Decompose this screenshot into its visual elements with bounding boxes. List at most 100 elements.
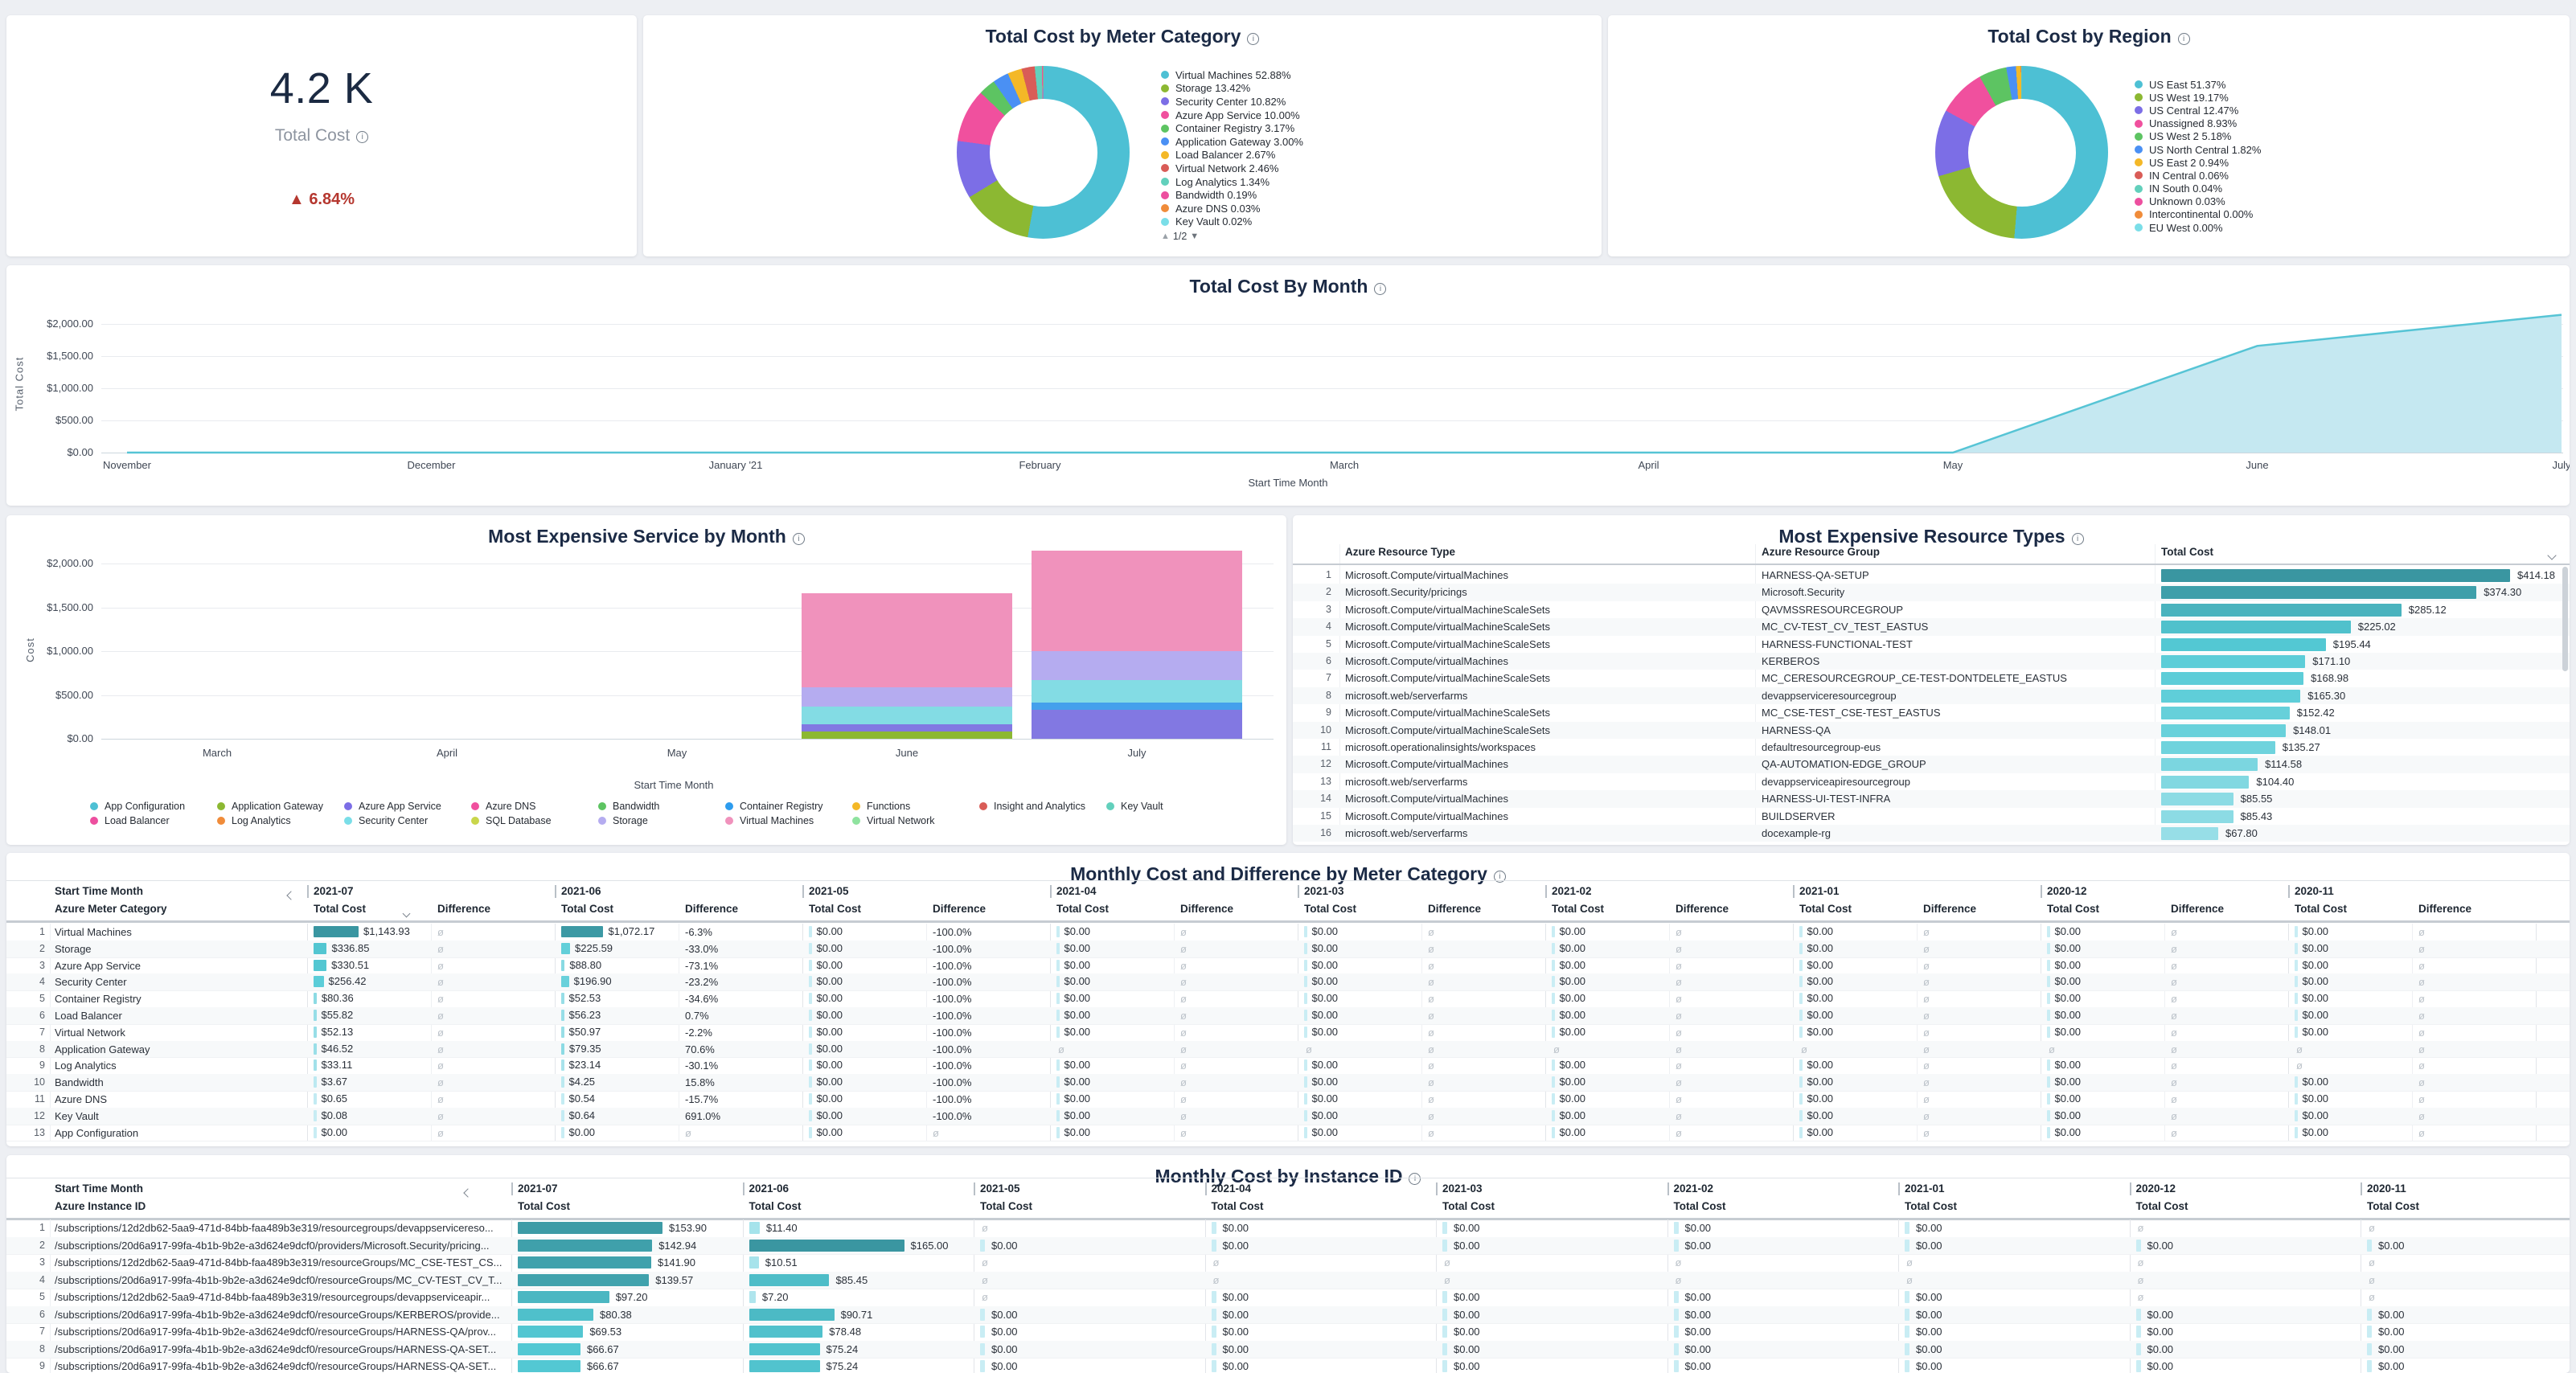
legend-item[interactable]: Functions (852, 800, 979, 812)
stack-segment[interactable] (802, 724, 1012, 732)
legend-item[interactable]: SQL Database (471, 814, 598, 826)
legend-item[interactable]: Security Center (344, 814, 471, 826)
service-stack-chart[interactable]: $0.00$500.00$1,000.00$1,500.00$2,000.00M… (6, 515, 1286, 845)
stack-segment[interactable] (802, 707, 1012, 723)
column-header[interactable]: Total Cost (518, 1200, 570, 1212)
column-header[interactable]: Azure Resource Group (1762, 546, 1880, 558)
legend-item[interactable]: IN Central 0.06% (2135, 169, 2261, 182)
total-cost-by-month-chart[interactable]: $0.00$500.00$1,000.00$1,500.00$2,000.00N… (6, 265, 2570, 506)
legend-item[interactable]: Virtual Network 2.46% (1161, 162, 1303, 175)
month-header[interactable]: 2020-12 (2047, 885, 2087, 897)
legend-item[interactable]: Bandwidth 0.19% (1161, 188, 1303, 202)
column-header[interactable]: Total Cost (1905, 1200, 1957, 1212)
legend-item[interactable]: US Central 12.47% (2135, 104, 2261, 117)
page-left-chevron[interactable] (465, 1186, 471, 1200)
column-header[interactable]: Total Cost (2367, 1200, 2419, 1212)
stack-segment[interactable] (1032, 710, 1242, 739)
month-header[interactable]: 2021-01 (1905, 1182, 1945, 1195)
column-header[interactable]: Difference (1676, 903, 1729, 915)
legend-item[interactable]: Insight and Analytics (979, 800, 1106, 812)
legend-item[interactable]: Bandwidth (598, 800, 725, 812)
month-header[interactable]: 2021-03 (1442, 1182, 1483, 1195)
column-header[interactable]: Total Cost (1552, 903, 1604, 915)
legend-item[interactable]: Unknown 0.03% (2135, 195, 2261, 208)
legend-item[interactable]: US East 51.37% (2135, 78, 2261, 91)
month-header[interactable]: 2021-03 (1304, 885, 1344, 897)
region-donut[interactable] (1935, 66, 2108, 239)
column-header[interactable]: Total Cost (980, 1200, 1032, 1212)
legend-pager[interactable]: ▲ 1/2 ▼ (1161, 231, 1199, 242)
stack-segment[interactable] (1032, 680, 1242, 703)
legend-item[interactable]: Azure DNS (471, 800, 598, 812)
column-header[interactable]: Total Cost (314, 903, 366, 915)
month-header[interactable]: 2020-11 (2295, 885, 2334, 897)
legend-item[interactable]: US West 19.17% (2135, 91, 2261, 104)
column-header[interactable]: Total Cost (749, 1200, 802, 1212)
column-header[interactable]: Azure Resource Type (1345, 546, 1455, 558)
legend-item[interactable]: Virtual Network (852, 814, 979, 826)
legend-item[interactable]: Intercontinental 0.00% (2135, 208, 2261, 221)
info-icon[interactable]: i (1247, 33, 1259, 45)
column-header[interactable]: Difference (685, 903, 738, 915)
column-header[interactable]: Difference (1180, 903, 1233, 915)
column-header[interactable]: Total Cost (2161, 546, 2213, 558)
legend-item[interactable]: Load Balancer (90, 814, 217, 826)
month-header[interactable]: 2021-06 (749, 1182, 790, 1195)
column-header[interactable]: Total Cost (2295, 903, 2347, 915)
column-header[interactable]: Total Cost (1056, 903, 1109, 915)
stack-segment[interactable] (802, 593, 1012, 687)
column-header[interactable]: Difference (2418, 903, 2471, 915)
page-left-chevron[interactable] (288, 888, 294, 903)
column-header[interactable]: Difference (933, 903, 986, 915)
legend-item[interactable]: IN South 0.04% (2135, 182, 2261, 195)
meter-category-donut[interactable] (957, 66, 1130, 239)
legend-item[interactable]: Virtual Machines (725, 814, 852, 826)
legend-item[interactable]: Application Gateway (217, 800, 344, 812)
legend-item[interactable]: US North Central 1.82% (2135, 143, 2261, 156)
legend-item[interactable]: Load Balancer 2.67% (1161, 149, 1303, 162)
month-header[interactable]: 2021-07 (518, 1182, 558, 1195)
month-header[interactable]: 2021-06 (561, 885, 601, 897)
month-header[interactable]: 2021-01 (1799, 885, 1840, 897)
page-down-icon[interactable]: ▼ (1190, 232, 1199, 241)
legend-item[interactable]: Storage 13.42% (1161, 82, 1303, 96)
stack-segment[interactable] (1032, 651, 1242, 681)
legend-item[interactable]: Key Vault (1106, 800, 1233, 812)
column-header[interactable]: Total Cost (809, 903, 861, 915)
legend-item[interactable]: Azure App Service 10.00% (1161, 109, 1303, 122)
column-header[interactable]: Difference (437, 903, 490, 915)
legend-item[interactable]: Key Vault 0.02% (1161, 215, 1303, 229)
column-header[interactable]: Difference (1923, 903, 1976, 915)
month-header[interactable]: 2021-05 (809, 885, 849, 897)
legend-item[interactable]: Container Registry 3.17% (1161, 121, 1303, 135)
stack-segment[interactable] (802, 732, 1012, 739)
legend-item[interactable]: Storage (598, 814, 725, 826)
legend-item[interactable]: Azure App Service (344, 800, 471, 812)
column-header[interactable]: Total Cost (1674, 1200, 1726, 1212)
column-header[interactable]: Total Cost (1212, 1200, 1264, 1212)
month-header[interactable]: 2020-12 (2136, 1182, 2176, 1195)
month-header[interactable]: 2021-04 (1056, 885, 1097, 897)
month-header[interactable]: 2021-04 (1212, 1182, 1252, 1195)
legend-item[interactable]: US West 2 5.18% (2135, 130, 2261, 143)
column-header[interactable]: Total Cost (1442, 1200, 1495, 1212)
page-up-icon[interactable]: ▲ (1161, 232, 1170, 241)
column-header[interactable]: Total Cost (2136, 1200, 2188, 1212)
column-header[interactable]: Difference (2171, 903, 2224, 915)
column-header[interactable]: Total Cost (1799, 903, 1852, 915)
month-header[interactable]: 2021-07 (314, 885, 354, 897)
column-header[interactable]: Total Cost (2047, 903, 2099, 915)
month-header[interactable]: 2021-02 (1552, 885, 1592, 897)
legend-item[interactable]: Virtual Machines 52.88% (1161, 68, 1303, 82)
legend-item[interactable]: Log Analytics (217, 814, 344, 826)
scrollbar-thumb[interactable] (2562, 567, 2568, 671)
info-icon[interactable]: i (2178, 33, 2190, 45)
legend-item[interactable]: Unassigned 8.93% (2135, 117, 2261, 130)
info-icon[interactable]: i (356, 131, 368, 143)
month-header[interactable]: 2021-05 (980, 1182, 1020, 1195)
legend-item[interactable]: US East 2 0.94% (2135, 156, 2261, 169)
column-header[interactable]: Total Cost (1304, 903, 1356, 915)
legend-item[interactable]: App Configuration (90, 800, 217, 812)
month-header[interactable]: 2020-11 (2367, 1182, 2406, 1195)
legend-item[interactable]: Container Registry (725, 800, 852, 812)
